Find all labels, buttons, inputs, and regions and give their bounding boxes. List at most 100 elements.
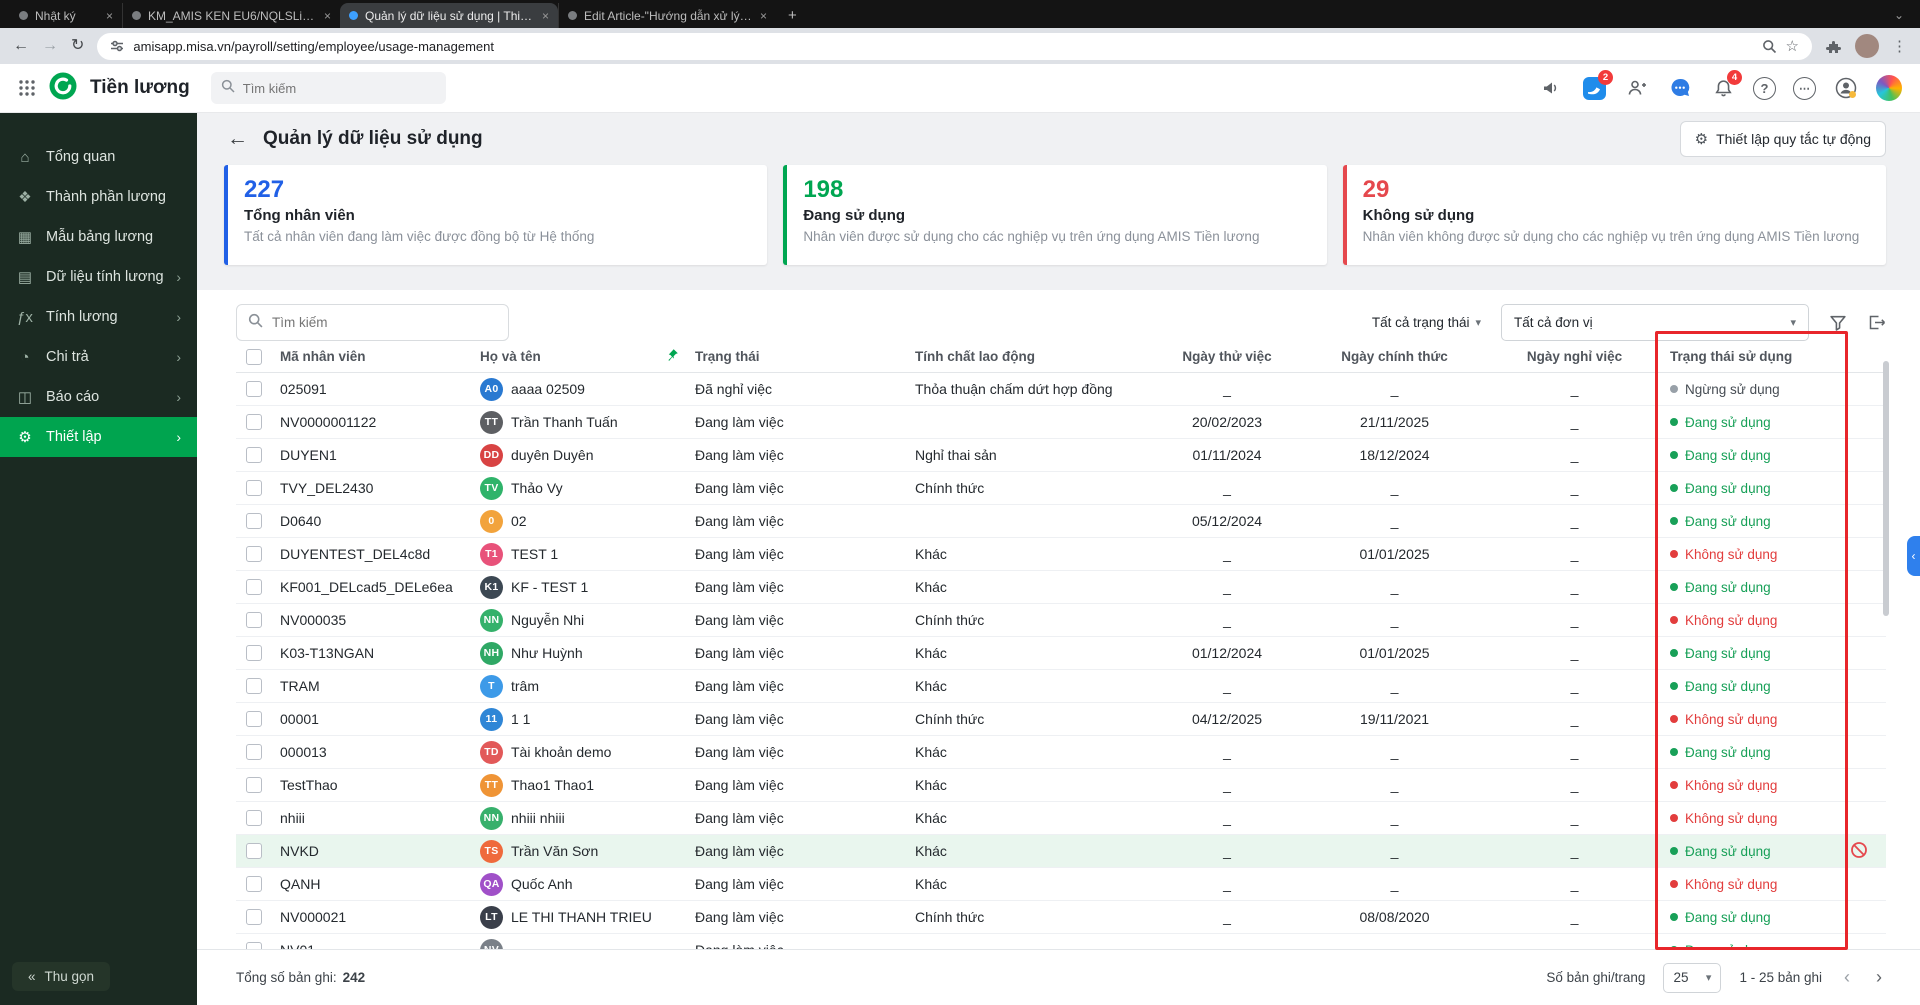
table-row[interactable]: TVY_DEL2430 TV Thảo Vy Đang làm việc Chính t… (236, 472, 1886, 505)
table-row[interactable]: NV01NVĐang làm việcĐang sử dụng (236, 934, 1886, 949)
table-row[interactable]: KF001_DELcad5_DELe6ea K1 KF - TEST 1 Đang l… (236, 571, 1886, 604)
export-icon[interactable] (1867, 313, 1886, 332)
help-icon[interactable]: ? (1753, 76, 1776, 100)
row-checkbox[interactable] (246, 645, 262, 661)
next-page-icon[interactable]: › (1872, 967, 1886, 988)
browser-tab[interactable]: Nhật ký × (10, 3, 122, 28)
row-checkbox[interactable] (246, 777, 262, 793)
tab-search-icon[interactable]: ⌄ (1878, 8, 1920, 28)
table-row[interactable]: DUYEN1 DD duyên Duyên Đang làm việc Nghỉ tha… (236, 439, 1886, 472)
table-row[interactable]: K03-T13NGAN NH Như Huỳnh Đang làm việc Khác 0… (236, 637, 1886, 670)
tab-close-icon[interactable]: × (760, 9, 767, 23)
column-header[interactable]: Ngày nghỉ việc (1487, 349, 1662, 364)
row-checkbox[interactable] (246, 579, 262, 595)
row-checkbox[interactable] (246, 810, 262, 826)
auto-rule-settings-button[interactable]: ⚙ Thiết lập quy tắc tự động (1679, 121, 1886, 157)
bird-app-icon[interactable]: 2 (1581, 70, 1613, 101)
browser-profile-avatar[interactable] (1855, 34, 1879, 58)
sidebar-item-pay[interactable]: ◔ Chi trả › (0, 337, 197, 377)
table-row[interactable]: 00001 11 1 1 Đang làm việc Chính thức 04/12/2… (236, 703, 1886, 736)
table-row[interactable]: TestThao TT Thao1 Thao1 Đang làm việc Khác _ _… (236, 769, 1886, 802)
global-search[interactable] (210, 72, 446, 104)
prev-page-icon[interactable]: ‹ (1840, 967, 1854, 988)
expand-panel-tab[interactable]: ‹ (1907, 536, 1920, 576)
new-tab-button[interactable]: + (776, 7, 809, 28)
sidebar-item-settings[interactable]: ⚙ Thiết lập › (0, 417, 197, 457)
sidebar-item-data[interactable]: ▤ Dữ liệu tính lương › (0, 257, 197, 297)
extensions-icon[interactable] (1825, 38, 1842, 55)
row-checkbox[interactable] (246, 876, 262, 892)
browser-menu-icon[interactable]: ⋮ (1892, 37, 1907, 55)
row-checkbox[interactable] (246, 909, 262, 925)
reload-icon[interactable]: ↻ (71, 38, 84, 54)
table-row[interactable]: 000013 TD Tài khoản demo Đang làm việc Khác _… (236, 736, 1886, 769)
ban-icon[interactable] (1850, 841, 1868, 862)
tab-close-icon[interactable]: × (324, 9, 331, 23)
site-settings-icon[interactable] (110, 39, 124, 53)
table-row[interactable]: NV0000001122 TT Trần Thanh Tuấn Đang làm vi… (236, 406, 1886, 439)
account-badge-icon[interactable] (1833, 75, 1859, 101)
column-header[interactable]: Trạng thái (687, 349, 907, 364)
more-icon[interactable]: ⋯ (1793, 76, 1816, 100)
row-checkbox[interactable] (246, 381, 262, 397)
bookmark-star-icon[interactable]: ☆ (1786, 37, 1799, 55)
tab-close-icon[interactable]: × (106, 9, 113, 23)
table-row[interactable]: NV000035 NN Nguyễn Nhi Đang làm việc Chính t… (236, 604, 1886, 637)
back-icon[interactable]: ← (13, 38, 29, 54)
table-search[interactable] (236, 304, 509, 341)
row-checkbox[interactable] (246, 612, 262, 628)
row-checkbox[interactable] (246, 414, 262, 430)
sidebar-item-fx[interactable]: ƒx Tính lương › (0, 297, 197, 337)
row-checkbox[interactable] (246, 678, 262, 694)
column-header[interactable]: Tính chất lao động (907, 349, 1152, 364)
global-search-input[interactable] (242, 80, 436, 96)
row-checkbox[interactable] (246, 513, 262, 529)
column-header[interactable]: Họ và tên (472, 348, 687, 365)
omnibox[interactable]: ☆ (97, 32, 1812, 60)
filter-funnel-icon[interactable] (1829, 314, 1847, 332)
sidebar-item-template[interactable]: ▦ Mẫu bảng lương (0, 217, 197, 257)
bell-icon[interactable]: 4 (1710, 70, 1742, 101)
sidebar-item-report[interactable]: ◫ Báo cáo › (0, 377, 197, 417)
table-row[interactable]: TRAM Ttrâm Đang làm việc Khác _ _ _ Đang sử dụn… (236, 670, 1886, 703)
column-header[interactable]: Ngày chính thức (1302, 349, 1487, 364)
browser-tab[interactable]: Quản lý dữ liệu sử dụng | Thiết... × (340, 3, 558, 28)
row-checkbox[interactable] (246, 447, 262, 463)
zoom-icon[interactable] (1762, 39, 1777, 54)
tab-close-icon[interactable]: × (542, 9, 549, 23)
column-header[interactable]: Trạng thái sử dụng (1662, 349, 1842, 364)
per-page-dropdown[interactable]: 25 ▾ (1663, 962, 1722, 993)
row-checkbox[interactable] (246, 843, 262, 859)
row-checkbox[interactable] (246, 942, 262, 949)
table-row[interactable]: nhiii NN nhiii nhiii Đang làm việc Khác _ _ _ Kh… (236, 802, 1886, 835)
select-all-checkbox[interactable] (246, 348, 262, 365)
row-checkbox[interactable] (246, 480, 262, 496)
row-checkbox[interactable] (246, 546, 262, 562)
status-filter-dropdown[interactable]: Tất cả trạng thái ▾ (1372, 315, 1481, 330)
row-checkbox[interactable] (246, 744, 262, 760)
table-scrollbar-thumb[interactable] (1883, 361, 1889, 616)
table-row[interactable]: DUYENTEST_DEL4c8d T1 TEST 1 Đang làm việc Kh… (236, 538, 1886, 571)
sidebar-item-home[interactable]: ⌂ Tổng quan (0, 137, 197, 177)
chat-icon[interactable] (1667, 75, 1693, 101)
table-search-input[interactable] (272, 315, 497, 330)
table-row[interactable]: QANH QA Quốc Anh Đang làm việc Khác _ _ _ Không … (236, 868, 1886, 901)
forward-icon[interactable]: → (42, 38, 58, 54)
sidebar-item-component[interactable]: ❖ Thành phần lương (0, 177, 197, 217)
table-row[interactable]: D0640 0 02 Đang làm việc 05/12/2024 _ _ Đang sử… (236, 505, 1886, 538)
add-user-icon[interactable] (1624, 75, 1650, 101)
back-button[interactable]: ← (227, 127, 248, 151)
url-input[interactable] (133, 38, 1753, 54)
unit-filter-dropdown[interactable]: Tất cả đơn vị ▾ (1501, 304, 1809, 341)
column-header[interactable]: Mã nhân viên (272, 349, 472, 364)
table-row[interactable]: NVKD TS Trần Văn Sơn Đang làm việc Khác _ _ _ Đa… (236, 835, 1886, 868)
sidebar-collapse-button[interactable]: « Thu gọn (12, 962, 111, 991)
table-row[interactable]: 025091 A0 aaaa 02509 Đã nghỉ việc Thỏa thuận… (236, 373, 1886, 406)
app-launcher-icon[interactable] (18, 79, 36, 97)
table-row[interactable]: NV000021 LT LE THI THANH TRIEU Đang làm việ… (236, 901, 1886, 934)
megaphone-icon[interactable] (1538, 75, 1564, 101)
pin-icon[interactable] (665, 348, 679, 365)
column-header[interactable]: Ngày thử việc (1152, 349, 1302, 364)
browser-tab[interactable]: Edit Article-"Hướng dẫn xử lý..." × (558, 3, 776, 28)
row-checkbox[interactable] (246, 711, 262, 727)
